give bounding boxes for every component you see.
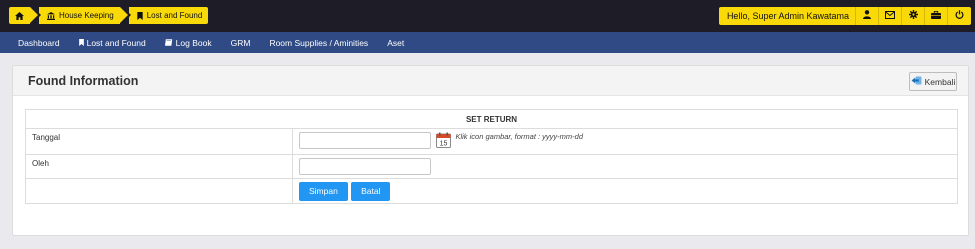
nav-item-label: Room Supplies / Aminities bbox=[269, 37, 369, 48]
tanggal-hint: Klik icon gambar, format : yyyy-mm-dd bbox=[455, 132, 584, 141]
back-button[interactable]: Kembali bbox=[909, 72, 957, 91]
page-title: Found Information bbox=[28, 74, 139, 88]
mail-icon bbox=[885, 10, 895, 22]
briefcase-icon bbox=[931, 10, 941, 22]
top-bar: House Keeping Lost and Found Hello, Supe… bbox=[0, 0, 975, 32]
nav-item-label: Log Book bbox=[175, 37, 212, 48]
actions-cell: Simpan Batal bbox=[292, 178, 958, 204]
set-return-form: SET RETURN Tanggal 15 Klik icon gambar, … bbox=[25, 109, 958, 204]
bookmark-icon bbox=[78, 38, 87, 48]
book-icon bbox=[164, 38, 176, 48]
nav-item-room-supplies[interactable]: Room Supplies / Aminities bbox=[269, 38, 368, 48]
user-menu: Hello, Super Admin Kawatama bbox=[718, 7, 971, 25]
save-button[interactable]: Simpan bbox=[299, 182, 348, 201]
breadcrumb-lost-and-found[interactable]: Lost and Found bbox=[128, 7, 209, 24]
nav-item-grm[interactable]: GRM bbox=[231, 38, 251, 48]
nav-item-label: GRM bbox=[230, 37, 251, 48]
oleh-cell bbox=[292, 154, 958, 179]
power-icon bbox=[955, 10, 964, 22]
gear-icon bbox=[908, 10, 918, 22]
back-button-label: Kembali bbox=[924, 76, 956, 87]
bookmark-icon bbox=[137, 11, 143, 20]
bank-icon bbox=[47, 11, 55, 20]
calendar-icon[interactable]: 15 bbox=[436, 132, 452, 150]
nav-item-log-book[interactable]: Log Book bbox=[164, 37, 212, 48]
found-information-panel: Found Information Kembali SET RETURN Tan… bbox=[12, 65, 969, 236]
nav-item-dashboard[interactable]: Dashboard bbox=[18, 38, 60, 48]
breadcrumb: House Keeping Lost and Found bbox=[9, 7, 211, 24]
nav-item-lost-and-found[interactable]: Lost and Found bbox=[78, 37, 146, 48]
tanggal-input[interactable] bbox=[299, 132, 431, 149]
user-greeting[interactable]: Hello, Super Admin Kawatama bbox=[719, 7, 856, 25]
messages-button[interactable] bbox=[879, 7, 902, 25]
user-icon bbox=[863, 10, 871, 22]
section-title: SET RETURN bbox=[25, 109, 958, 129]
nav-item-label: Lost and Found bbox=[86, 37, 146, 48]
cancel-button[interactable]: Batal bbox=[351, 182, 391, 201]
oleh-label: Oleh bbox=[25, 154, 293, 179]
tanggal-label: Tanggal bbox=[25, 128, 293, 155]
nav-item-aset[interactable]: Aset bbox=[387, 38, 404, 48]
profile-button[interactable] bbox=[856, 7, 879, 25]
breadcrumb-home[interactable] bbox=[9, 7, 41, 24]
empty-label-cell bbox=[25, 178, 293, 204]
nav-item-label: Dashboard bbox=[18, 37, 60, 48]
settings-button[interactable] bbox=[902, 7, 925, 25]
home-icon bbox=[15, 11, 24, 20]
oleh-input[interactable] bbox=[299, 158, 431, 175]
svg-text:15: 15 bbox=[440, 141, 448, 148]
breadcrumb-house-keeping[interactable]: House Keeping bbox=[39, 7, 131, 24]
breadcrumb-label: Lost and Found bbox=[146, 11, 203, 20]
breadcrumb-label: House Keeping bbox=[59, 11, 114, 20]
tanggal-cell: 15 Klik icon gambar, format : yyyy-mm-dd bbox=[292, 128, 958, 155]
nav-item-label: Aset bbox=[387, 37, 405, 48]
panel-header: Found Information Kembali bbox=[13, 66, 968, 96]
main-nav: Dashboard Lost and Found Log Book GRM Ro… bbox=[0, 32, 975, 53]
logout-button[interactable] bbox=[948, 7, 971, 25]
back-arrow-icon bbox=[911, 76, 925, 87]
briefcase-button[interactable] bbox=[925, 7, 948, 25]
